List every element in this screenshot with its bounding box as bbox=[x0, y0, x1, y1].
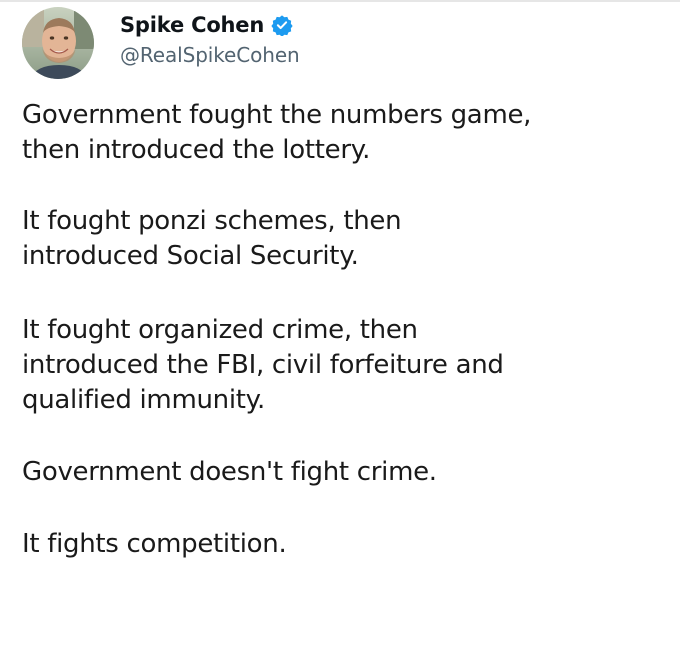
name-row: Spike Cohen bbox=[120, 10, 300, 40]
tweet-line: It fought ponzi schemes, then bbox=[22, 206, 402, 236]
tweet-paragraph: It fought ponzi schemes, then introduced… bbox=[22, 204, 672, 274]
tweet-paragraph: Government fought the numbers game, then… bbox=[22, 98, 672, 168]
tweet-line: It fights competition. bbox=[22, 529, 287, 559]
tweet-line: then introduced the lottery. bbox=[22, 135, 371, 165]
tweet-line: Government fought the numbers game, bbox=[22, 100, 532, 130]
tweet-line: introduced the FBI, civil forfeiture and bbox=[22, 350, 504, 380]
author-display-name[interactable]: Spike Cohen bbox=[120, 13, 264, 37]
tweet-line: Government doesn't fight crime. bbox=[22, 457, 437, 487]
verified-badge-icon bbox=[271, 14, 293, 37]
tweet-header: Spike Cohen @RealSpikeCohen bbox=[22, 6, 300, 80]
author-avatar[interactable] bbox=[22, 7, 94, 79]
author-names: Spike Cohen @RealSpikeCohen bbox=[120, 10, 300, 67]
tweet-line: It fought organized crime, then bbox=[22, 315, 418, 345]
tweet-paragraph: It fights competition. bbox=[22, 527, 672, 562]
author-handle[interactable]: @RealSpikeCohen bbox=[120, 43, 300, 67]
tweet-paragraph: It fought organized crime, then introduc… bbox=[22, 313, 672, 418]
tweet-paragraph: Government doesn't fight crime. bbox=[22, 455, 672, 490]
avatar-image bbox=[22, 7, 94, 79]
tweet-line: introduced Social Security. bbox=[22, 241, 359, 271]
tweet-card: Spike Cohen @RealSpikeCohen Government f… bbox=[0, 0, 680, 662]
tweet-text: Government fought the numbers game, then… bbox=[22, 98, 672, 598]
tweet-line: qualified immunity. bbox=[22, 385, 266, 415]
